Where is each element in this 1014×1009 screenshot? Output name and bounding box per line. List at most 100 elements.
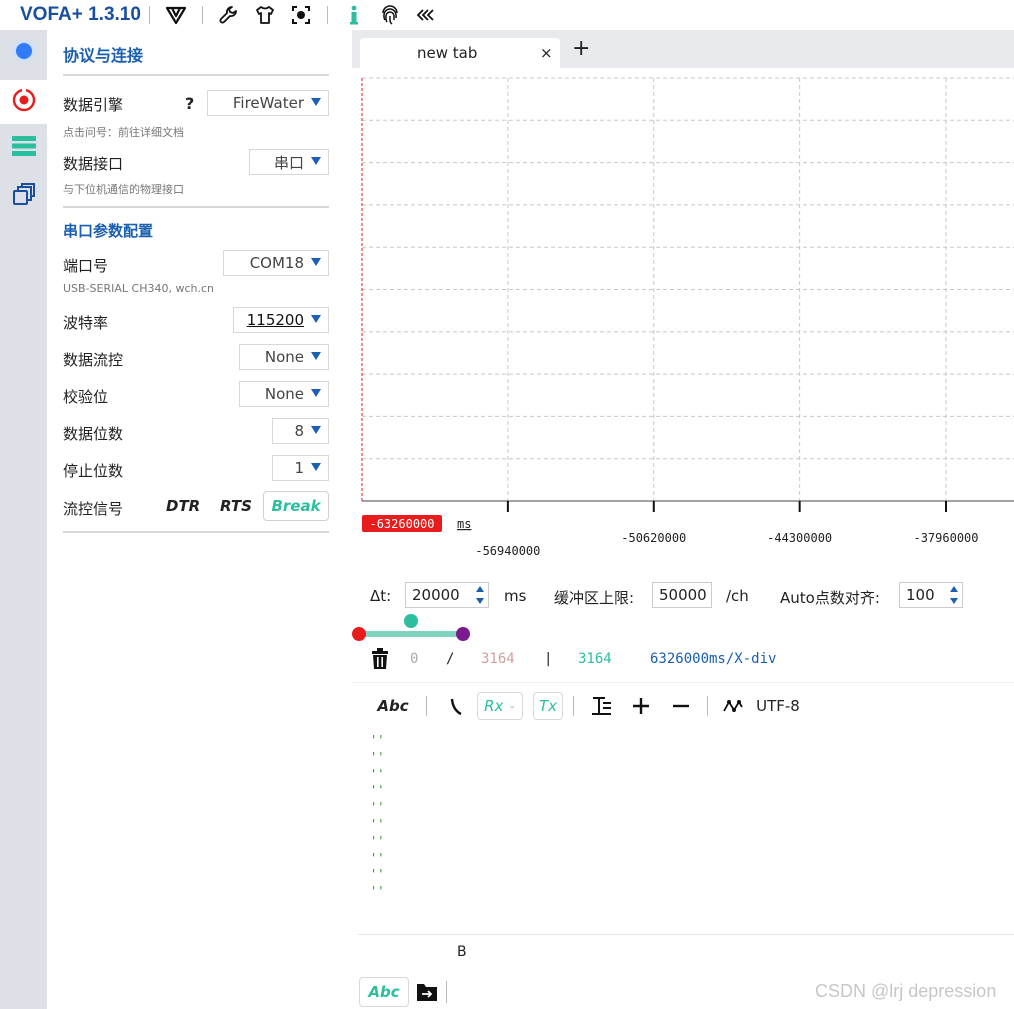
parity-label: 校验位 bbox=[63, 388, 109, 406]
waveform-chart[interactable]: -63260000 ms -56940000 -50620000 -44300000 -3… bbox=[352, 68, 1014, 568]
shirt-icon[interactable] bbox=[251, 2, 279, 28]
collapse-left-icon[interactable] bbox=[412, 2, 440, 28]
chevron-down-icon bbox=[311, 426, 321, 434]
rx-line: '' bbox=[370, 800, 385, 815]
spin-up-icon[interactable] bbox=[950, 586, 958, 592]
stats-row: 0 / 3164 | 3164 6326000ms/X-div bbox=[352, 646, 1014, 674]
info-icon[interactable] bbox=[340, 2, 368, 28]
trash-icon[interactable] bbox=[370, 648, 390, 674]
auto-align-value: 100 bbox=[906, 586, 935, 604]
data-bits-value: 8 bbox=[294, 422, 304, 440]
rx-line: '' bbox=[370, 816, 385, 831]
range-end-handle[interactable] bbox=[456, 627, 470, 641]
rx-line: '' bbox=[370, 884, 385, 899]
stat-total: 3164 bbox=[481, 651, 515, 667]
break-button[interactable]: Break bbox=[263, 491, 329, 521]
x-axis-unit: ms bbox=[457, 517, 471, 531]
engine-value: FireWater bbox=[232, 94, 304, 112]
waveform-icon[interactable] bbox=[720, 692, 746, 720]
divider bbox=[63, 74, 329, 76]
zoom-out-icon[interactable] bbox=[670, 692, 692, 720]
spin-down-icon[interactable] bbox=[476, 598, 484, 604]
spin-up-icon[interactable] bbox=[476, 586, 484, 592]
engine-label: 数据引擎 bbox=[63, 96, 124, 114]
stop-bits-value: 1 bbox=[294, 459, 304, 477]
stat-bar: | bbox=[544, 651, 553, 667]
text-format-icon[interactable] bbox=[590, 692, 614, 720]
tab-new-tab[interactable]: new tab × bbox=[360, 38, 560, 68]
nav-connection[interactable] bbox=[0, 80, 47, 124]
stat-rate: 6326000ms/X-div bbox=[650, 651, 777, 667]
vofa-logo-icon[interactable] bbox=[162, 2, 190, 28]
chevron-down-icon bbox=[311, 315, 321, 323]
close-icon[interactable]: × bbox=[540, 44, 553, 62]
divider bbox=[63, 531, 329, 533]
chevron-down-icon bbox=[311, 258, 321, 266]
range-start-handle[interactable] bbox=[352, 627, 366, 641]
auto-align-label: Auto点数对齐: bbox=[780, 589, 880, 607]
add-tab-button[interactable]: + bbox=[572, 38, 590, 60]
flow-control-value: None bbox=[264, 348, 304, 366]
flow-control-dropdown[interactable]: None bbox=[239, 344, 329, 370]
tx-text-mode-button[interactable]: Abc bbox=[359, 977, 409, 1007]
left-nav-bar bbox=[0, 30, 47, 1009]
rx-toggle-button[interactable]: Rx ⌄ bbox=[477, 692, 523, 720]
toolbar-divider bbox=[148, 6, 150, 24]
baud-dropdown[interactable]: 115200 bbox=[233, 307, 329, 333]
data-bits-dropdown[interactable]: 8 bbox=[272, 418, 329, 444]
buffer-label: 缓冲区上限: bbox=[554, 589, 635, 607]
toolbar-divider bbox=[201, 6, 203, 24]
divider bbox=[63, 206, 329, 208]
rts-button[interactable]: RTS bbox=[220, 497, 252, 515]
chart-x-axis: -63260000 ms -56940000 -50620000 -44300000 -3… bbox=[362, 500, 1014, 558]
baud-label: 波特率 bbox=[63, 314, 109, 332]
top-toolbar: VOFA+ 1.3.10 bbox=[0, 0, 1014, 30]
app-title: VOFA+ 1.3.10 bbox=[20, 4, 141, 25]
engine-help-button[interactable]: ? bbox=[185, 94, 194, 113]
fingerprint-icon[interactable] bbox=[376, 2, 404, 28]
watermark: CSDN @lrj depression bbox=[815, 981, 997, 1001]
time-control-row: Δt: 20000 ms 缓冲区上限: 50000 /ch Auto点数对齐: … bbox=[352, 580, 1014, 614]
rx-text-area[interactable]: '' '' '' '' '' '' '' '' '' '' bbox=[370, 732, 384, 900]
status-dot-icon bbox=[12, 39, 36, 67]
engine-dropdown[interactable]: FireWater bbox=[207, 90, 329, 116]
interface-dropdown[interactable]: 串口 bbox=[249, 149, 329, 175]
spin-down-icon[interactable] bbox=[950, 598, 958, 604]
chevron-down-icon bbox=[311, 98, 321, 106]
range-slider[interactable] bbox=[352, 612, 482, 642]
parity-dropdown[interactable]: None bbox=[239, 381, 329, 407]
connection-target-icon bbox=[11, 87, 37, 117]
dtr-button[interactable]: DTR bbox=[166, 497, 200, 515]
divider bbox=[573, 696, 574, 716]
nav-windows[interactable] bbox=[0, 176, 47, 216]
port-hint: USB-SERIAL CH340, wch.cn bbox=[63, 282, 214, 295]
nav-status[interactable] bbox=[0, 33, 47, 73]
port-label: 端口号 bbox=[63, 257, 109, 275]
focus-capture-icon[interactable] bbox=[287, 2, 315, 28]
send-file-icon[interactable] bbox=[416, 982, 438, 1006]
tx-toggle-button[interactable]: Tx bbox=[533, 692, 563, 720]
divider bbox=[358, 934, 1014, 935]
interface-hint: 与下位机通信的物理接口 bbox=[63, 183, 184, 196]
windows-copy-icon bbox=[12, 182, 36, 210]
dt-spinbox[interactable]: 20000 bbox=[405, 582, 489, 608]
interface-label: 数据接口 bbox=[63, 155, 124, 173]
chart-grid bbox=[361, 77, 1014, 501]
interface-value: 串口 bbox=[273, 153, 304, 172]
wrench-icon[interactable] bbox=[215, 2, 243, 28]
buffer-value: 50000 bbox=[659, 586, 707, 604]
encoding-label[interactable]: UTF-8 bbox=[752, 692, 804, 720]
auto-align-spinbox[interactable]: 100 bbox=[899, 582, 963, 608]
port-dropdown[interactable]: COM18 bbox=[223, 250, 329, 276]
stop-bits-dropdown[interactable]: 1 bbox=[272, 455, 329, 481]
buffer-input[interactable]: 50000 bbox=[652, 582, 712, 608]
range-mid-handle[interactable] bbox=[404, 614, 418, 628]
tick-label: -37960000 bbox=[913, 531, 978, 545]
timestamp-icon[interactable] bbox=[446, 692, 466, 720]
text-mode-button[interactable]: Abc bbox=[372, 692, 414, 720]
rx-label: Rx bbox=[484, 697, 504, 715]
zoom-in-icon[interactable] bbox=[630, 692, 652, 720]
tx-input-text[interactable]: B bbox=[457, 944, 467, 960]
nav-data-list[interactable] bbox=[0, 128, 47, 168]
stat-count: 3164 bbox=[578, 651, 612, 667]
